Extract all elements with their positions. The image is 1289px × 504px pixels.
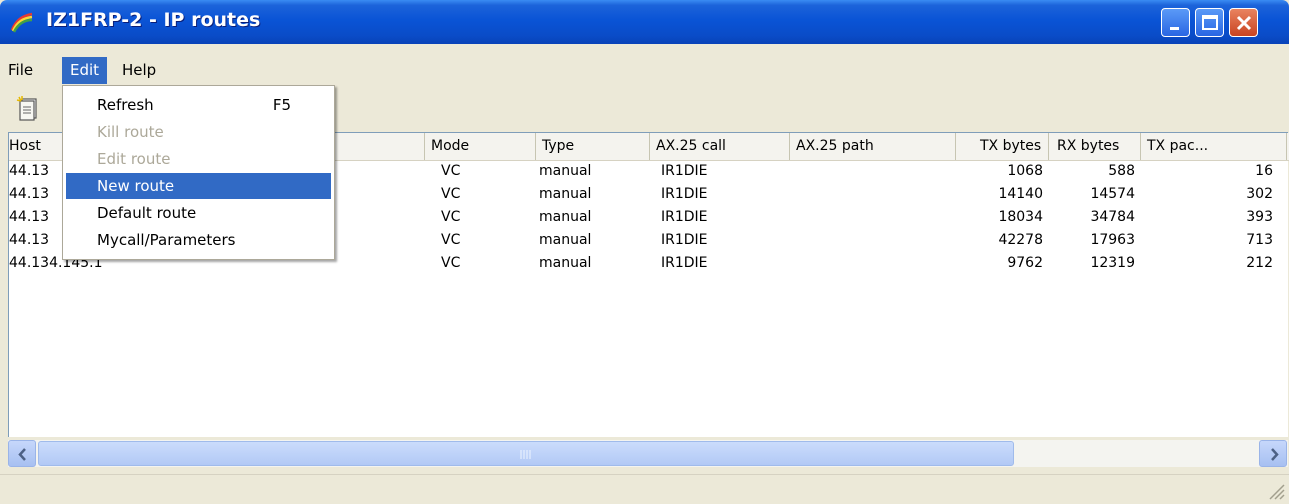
new-document-icon[interactable] <box>14 93 44 123</box>
maximize-button[interactable] <box>1195 8 1224 37</box>
grip-icon <box>520 450 531 459</box>
cell-type: manual <box>539 186 592 202</box>
scroll-left-button[interactable] <box>8 440 36 467</box>
cell-host: 44.13 <box>9 232 50 248</box>
menu-item-refresh[interactable]: Refresh F5 <box>66 92 331 118</box>
cell-tx-bytes: 14140 <box>998 186 1043 202</box>
menu-item-edit-route: Edit route <box>66 146 331 172</box>
minimize-button[interactable] <box>1161 8 1190 37</box>
menu-item-mycall-parameters[interactable]: Mycall/Parameters <box>66 227 331 253</box>
cell-rx-bytes: 588 <box>1108 163 1135 179</box>
title-bar[interactable]: IZ1FRP-2 - IP routes <box>0 0 1289 44</box>
scrollbar-thumb[interactable] <box>38 441 1014 466</box>
minimize-icon <box>1170 27 1179 30</box>
column-header-type[interactable]: Type <box>536 133 650 160</box>
cell-ax25-call: IR1DIE <box>661 232 708 248</box>
cell-tx-bytes: 18034 <box>998 209 1043 225</box>
cell-ax25-call: IR1DIE <box>661 186 708 202</box>
cell-ax25-call: IR1DIE <box>661 255 708 271</box>
cell-tx-packets: 212 <box>1246 255 1273 271</box>
resize-grip-icon[interactable] <box>1267 482 1285 500</box>
cell-mode: VC <box>441 209 461 225</box>
cell-tx-bytes: 1068 <box>1007 163 1043 179</box>
menu-file[interactable]: File <box>0 57 41 84</box>
close-button[interactable] <box>1229 8 1258 37</box>
menu-item-label: Kill route <box>97 123 164 141</box>
chevron-right-icon <box>1271 448 1279 461</box>
shortcut-label: F5 <box>272 96 291 114</box>
horizontal-scrollbar[interactable] <box>8 440 1288 467</box>
menu-bar: File Edit Help <box>0 57 1289 85</box>
cell-mode: VC <box>441 186 461 202</box>
edit-menu-dropdown: Refresh F5 Kill route Edit route New rou… <box>62 85 335 260</box>
status-bar <box>0 474 1289 504</box>
column-header-mode[interactable]: Mode <box>425 133 536 160</box>
column-header-ax25-call[interactable]: AX.25 call <box>650 133 790 160</box>
cell-rx-bytes: 14574 <box>1090 186 1135 202</box>
menu-help[interactable]: Help <box>114 57 164 84</box>
menu-item-new-route[interactable]: New route <box>66 173 331 199</box>
cell-tx-bytes: 42278 <box>998 232 1043 248</box>
cell-type: manual <box>539 232 592 248</box>
cell-rx-bytes: 34784 <box>1090 209 1135 225</box>
cell-type: manual <box>539 163 592 179</box>
cell-tx-packets: 713 <box>1246 232 1273 248</box>
window-title: IZ1FRP-2 - IP routes <box>46 9 261 31</box>
chevron-left-icon <box>18 448 26 461</box>
app-icon <box>10 12 33 33</box>
menu-item-label: Refresh <box>97 96 154 114</box>
cell-rx-bytes: 17963 <box>1090 232 1135 248</box>
menu-item-label: Default route <box>97 204 197 222</box>
cell-tx-bytes: 9762 <box>1007 255 1043 271</box>
menu-item-label: Mycall/Parameters <box>97 231 236 249</box>
cell-type: manual <box>539 209 592 225</box>
menu-edit[interactable]: Edit <box>62 57 108 84</box>
column-header-tx-packets[interactable]: TX pac... <box>1141 133 1287 160</box>
cell-ax25-call: IR1DIE <box>661 209 708 225</box>
close-icon <box>1236 15 1252 31</box>
menu-item-label: Edit route <box>97 150 171 168</box>
cell-host: 44.13 <box>9 163 50 179</box>
cell-type: manual <box>539 255 592 271</box>
menu-item-default-route[interactable]: Default route <box>66 200 331 226</box>
cell-tx-packets: 302 <box>1246 186 1273 202</box>
cell-host: 44.13 <box>9 209 50 225</box>
column-header-rx-bytes[interactable]: RX bytes <box>1049 133 1141 160</box>
menu-item-kill-route: Kill route <box>66 119 331 145</box>
column-header-ax25-path[interactable]: AX.25 path <box>790 133 956 160</box>
maximize-icon <box>1202 15 1218 30</box>
column-header-tx-bytes[interactable]: TX bytes <box>956 133 1049 160</box>
cell-host: 44.13 <box>9 186 50 202</box>
cell-mode: VC <box>441 232 461 248</box>
cell-mode: VC <box>441 255 461 271</box>
cell-tx-packets: 16 <box>1255 163 1273 179</box>
menu-item-label: New route <box>97 177 175 195</box>
cell-tx-packets: 393 <box>1246 209 1273 225</box>
scroll-right-button[interactable] <box>1259 440 1287 467</box>
cell-ax25-call: IR1DIE <box>661 163 708 179</box>
cell-mode: VC <box>441 163 461 179</box>
cell-rx-bytes: 12319 <box>1090 255 1135 271</box>
